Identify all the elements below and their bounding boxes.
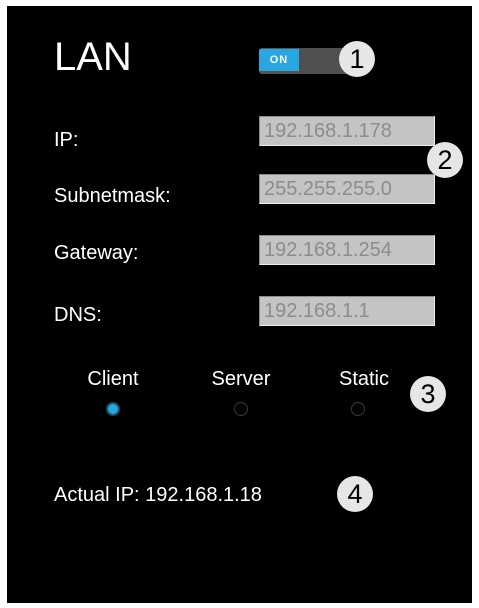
callout-marker-4: 4: [337, 476, 373, 512]
callout-marker-3: 3: [410, 376, 446, 412]
lan-settings-panel: LAN ON 1 IP: 2 Subnetmask: Gateway: DNS:…: [7, 6, 472, 603]
dns-input[interactable]: [259, 296, 435, 326]
actual-ip-text: Actual IP: 192.168.1.18: [54, 484, 262, 506]
lan-toggle-switch[interactable]: ON: [259, 48, 351, 74]
dns-label: DNS:: [54, 304, 102, 326]
callout-marker-2: 2: [427, 142, 463, 178]
mode-server-label: Server: [211, 368, 271, 390]
mode-static-label: Static: [338, 368, 390, 390]
callout-marker-1: 1: [339, 41, 375, 77]
mode-client-radio[interactable]: [106, 402, 120, 416]
gateway-input[interactable]: [259, 235, 435, 265]
lan-title: LAN: [54, 35, 132, 79]
ip-input[interactable]: [259, 116, 435, 146]
mode-client-label: Client: [87, 368, 139, 390]
subnetmask-label: Subnetmask:: [54, 185, 171, 207]
subnetmask-input[interactable]: [259, 174, 435, 204]
toggle-on-label: ON: [259, 49, 299, 71]
gateway-label: Gateway:: [54, 242, 139, 264]
mode-static-radio[interactable]: [351, 402, 365, 416]
mode-server-radio[interactable]: [234, 402, 248, 416]
ip-label: IP:: [54, 129, 79, 151]
